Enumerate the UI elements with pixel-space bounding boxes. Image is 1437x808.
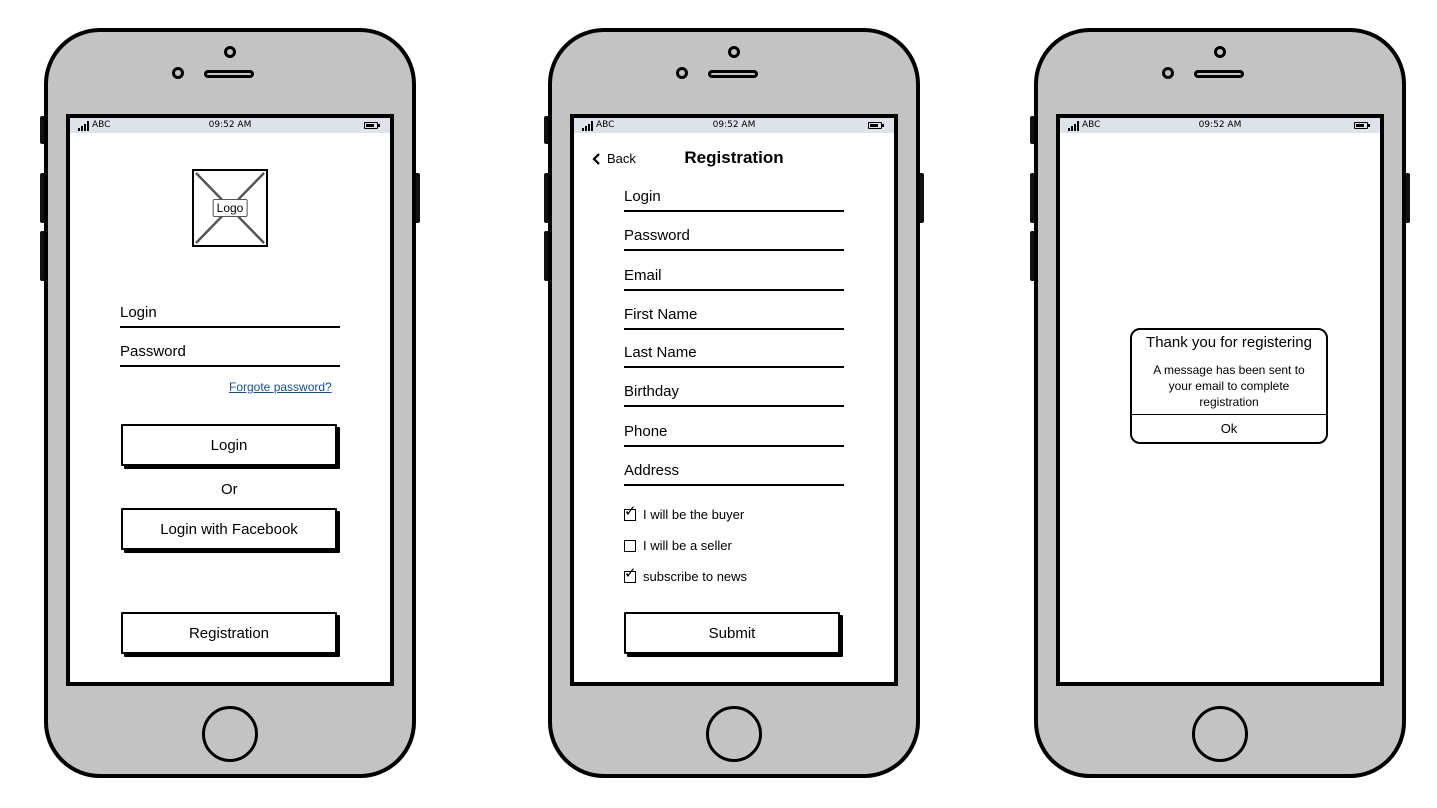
phone-registration: ABC 09:52 AM Back Registration Login Pass… <box>544 28 924 778</box>
dialog-message: A message has been sent to your email to… <box>1153 363 1305 409</box>
status-time: 09:52 AM <box>712 120 756 130</box>
login-field-label: Login <box>624 188 661 205</box>
status-bar: ABC 09:52 AM <box>1060 118 1380 133</box>
confirmation-screen: ABC 09:52 AM Thank you for registering A… <box>1056 114 1384 686</box>
earpiece-speaker <box>1194 70 1244 78</box>
checkbox-label: I will be the buyer <box>643 507 745 522</box>
last-name-field-label: Last Name <box>624 344 697 361</box>
login-with-facebook-button[interactable]: Login with Facebook <box>121 508 337 550</box>
checkmark-icon: ✓ <box>624 502 637 520</box>
password-field[interactable] <box>120 365 340 367</box>
checkbox-icon[interactable]: ✓ <box>624 504 637 521</box>
logo-placeholder: Logo <box>192 169 268 247</box>
forgot-password-link[interactable]: Forgote password? <box>229 380 332 394</box>
front-camera <box>224 46 236 58</box>
login-field-label: Login <box>120 304 157 321</box>
phone-field[interactable] <box>624 445 844 447</box>
birthday-field[interactable] <box>624 405 844 407</box>
email-field[interactable] <box>624 289 844 291</box>
password-field[interactable] <box>624 249 844 251</box>
front-camera <box>1214 46 1226 58</box>
registration-button[interactable]: Registration <box>121 612 337 654</box>
registration-success-dialog: Thank you for registering A message has … <box>1130 328 1328 444</box>
phone-login: ABC 09:52 AM Logo Login Password Forgote… <box>40 28 420 778</box>
birthday-field-label: Birthday <box>624 383 680 400</box>
page-title: Registration <box>684 148 784 167</box>
status-time: 09:52 AM <box>1198 120 1242 130</box>
first-name-field[interactable] <box>624 328 844 330</box>
phone-confirmation: ABC 09:52 AM Thank you for registering A… <box>1030 28 1410 778</box>
checkbox-option[interactable]: I will be a seller <box>624 538 732 553</box>
login-field[interactable] <box>120 326 340 328</box>
password-field-label: Password <box>624 227 690 244</box>
earpiece-speaker <box>708 70 758 78</box>
address-field[interactable] <box>624 484 844 486</box>
address-field-label: Address <box>624 462 680 479</box>
checkbox-icon[interactable]: ✓ <box>624 566 637 583</box>
proximity-sensor <box>676 67 688 79</box>
battery-icon <box>868 122 884 129</box>
checkmark-icon: ✓ <box>624 564 637 582</box>
dialog-divider <box>1132 414 1326 415</box>
checkbox-option[interactable]: ✓ subscribe to news <box>624 566 748 584</box>
email-field-label: Email <box>624 267 662 284</box>
logo-label: Logo <box>212 199 248 217</box>
earpiece-speaker <box>204 70 254 78</box>
first-name-field-label: First Name <box>624 306 698 323</box>
submit-button[interactable]: Submit <box>624 612 840 654</box>
status-bar: ABC 09:52 AM <box>70 118 390 133</box>
home-button[interactable] <box>202 706 258 762</box>
front-camera <box>728 46 740 58</box>
or-divider-text: Or <box>221 481 238 498</box>
checkbox-option[interactable]: ✓ I will be the buyer <box>624 504 745 522</box>
login-field[interactable] <box>624 210 844 212</box>
checkbox-label: subscribe to news <box>643 569 748 584</box>
status-time: 09:52 AM <box>208 120 252 130</box>
dialog-title: Thank you for registering <box>1146 334 1312 351</box>
checkbox-label: I will be a seller <box>643 538 732 553</box>
ok-button[interactable]: Ok <box>1132 416 1326 442</box>
checkbox-icon[interactable] <box>624 539 636 552</box>
login-button[interactable]: Login <box>121 424 337 466</box>
home-button[interactable] <box>706 706 762 762</box>
proximity-sensor <box>1162 67 1174 79</box>
login-screen: ABC 09:52 AM Logo Login Password Forgote… <box>66 114 394 686</box>
registration-screen: ABC 09:52 AM Back Registration Login Pass… <box>570 114 898 686</box>
status-bar: ABC 09:52 AM <box>574 118 894 133</box>
phone-field-label: Phone <box>624 423 668 440</box>
proximity-sensor <box>172 67 184 79</box>
last-name-field[interactable] <box>624 366 844 368</box>
home-button[interactable] <box>1192 706 1248 762</box>
battery-icon <box>1354 122 1370 129</box>
battery-icon <box>364 122 380 129</box>
password-field-label: Password <box>120 343 186 360</box>
